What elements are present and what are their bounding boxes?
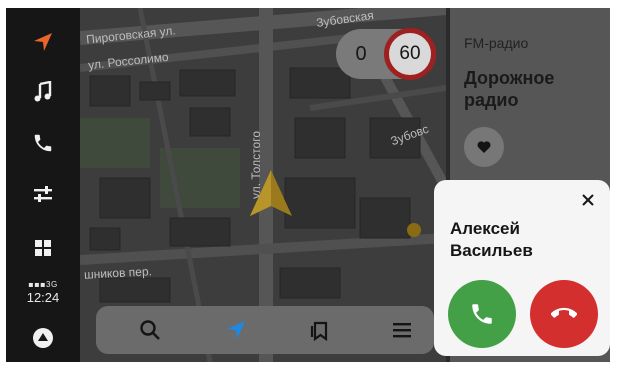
sidebar-item-phone[interactable] [6, 123, 80, 163]
phone-icon [34, 134, 52, 152]
map-toolbar [96, 306, 434, 354]
sidebar-item-navigation[interactable] [6, 22, 80, 62]
navigation-icon [34, 33, 52, 51]
close-button[interactable] [574, 186, 602, 214]
alice-icon [33, 328, 53, 348]
menu-button[interactable] [382, 310, 422, 350]
status-area: ▪▪▪3G 12:24 [6, 280, 80, 305]
heart-icon [477, 141, 491, 153]
favorite-button[interactable] [464, 127, 504, 167]
accept-call-button[interactable] [448, 280, 516, 348]
map-view[interactable]: Пироговская ул. ул. Россолимо Зубовская … [80, 8, 446, 362]
search-icon [140, 320, 160, 340]
poi-marker[interactable] [407, 223, 421, 237]
radio-source-label: FM-радио [464, 35, 529, 51]
sidebar-item-settings[interactable] [6, 174, 80, 214]
signal-icon: ▪▪▪ [28, 280, 47, 289]
sidebar: ▪▪▪3G 12:24 [6, 8, 80, 362]
navigate-button[interactable] [216, 310, 256, 350]
bookmarks-button[interactable] [300, 310, 340, 350]
clock: 12:24 [26, 290, 60, 305]
incoming-call-card: Алексей Васильев [434, 180, 610, 356]
bookmarks-icon [310, 321, 328, 341]
station-name: Дорожное радио [464, 68, 555, 110]
music-icon [34, 81, 52, 102]
settings-sliders-icon [34, 186, 52, 202]
app-frame: ▪▪▪3G 12:24 Пироговская ул. ул. Россолим… [6, 8, 610, 362]
speed-indicator: 0 60 [336, 28, 436, 80]
hang-up-icon [551, 307, 577, 318]
caller-name: Алексей Васильев [450, 219, 533, 260]
vehicle-position-icon [250, 170, 292, 216]
speed-limit: 60 [384, 28, 436, 80]
sidebar-item-music[interactable] [6, 72, 80, 112]
menu-icon [393, 323, 411, 338]
sidebar-item-apps[interactable] [6, 228, 80, 268]
network-status: ▪▪▪3G [6, 280, 80, 289]
navigation-arrow-icon [227, 321, 245, 339]
network-type: 3G [46, 280, 58, 289]
phone-icon [472, 304, 492, 324]
current-speed: 0 [355, 42, 367, 65]
alice-button[interactable] [6, 318, 80, 358]
decline-call-button[interactable] [530, 280, 598, 348]
search-button[interactable] [130, 310, 170, 350]
apps-grid-icon [35, 240, 51, 256]
close-icon [582, 194, 594, 206]
